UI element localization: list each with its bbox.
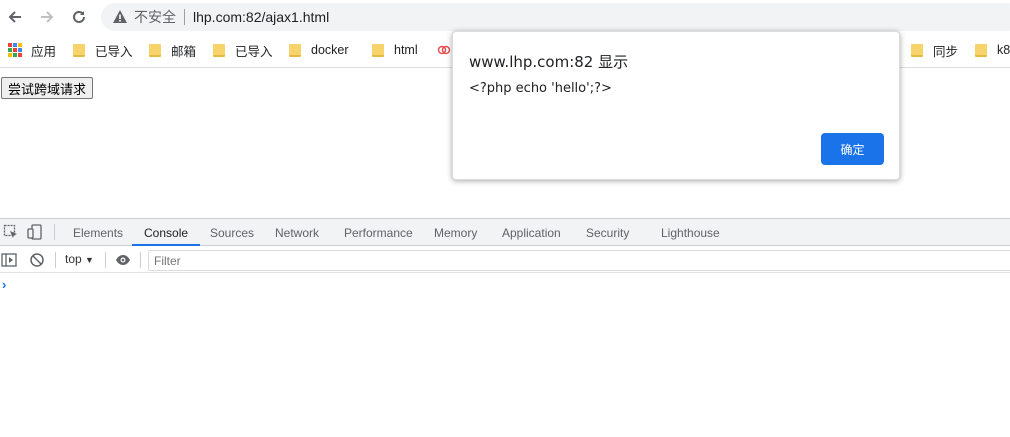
- reload-button[interactable]: [67, 5, 91, 29]
- tab-security[interactable]: Security: [586, 219, 629, 246]
- device-toolbar-icon[interactable]: [27, 224, 43, 240]
- console-toolbar: top ▼: [0, 247, 1010, 273]
- bookmark-sync[interactable]: 同步: [911, 40, 958, 60]
- devtools-panel: Elements Console Sources Network Perform…: [0, 218, 1010, 437]
- bookmark-link[interactable]: [437, 40, 451, 60]
- bookmark-label: 邮箱: [171, 44, 197, 59]
- bookmark-label: 应用: [31, 44, 57, 59]
- eye-icon[interactable]: [115, 252, 131, 268]
- folder-icon: [289, 43, 301, 57]
- bookmark-docker[interactable]: docker: [289, 40, 349, 60]
- back-arrow-icon: [8, 11, 21, 23]
- bookmark-label: 已导入: [95, 44, 133, 59]
- console-divider: [55, 252, 56, 268]
- tab-network[interactable]: Network: [275, 219, 319, 246]
- context-label: top: [65, 252, 82, 266]
- console-prompt-icon[interactable]: ›: [2, 277, 6, 292]
- bookmark-label: k8: [997, 43, 1010, 57]
- folder-icon: [73, 43, 85, 57]
- console-divider: [140, 252, 141, 268]
- warning-icon[interactable]: [111, 8, 129, 26]
- tab-console[interactable]: Console: [131, 219, 201, 246]
- bookmark-label: 已导入: [235, 44, 273, 59]
- folder-icon: [911, 43, 923, 57]
- link-icon: [437, 45, 451, 55]
- address-bar[interactable]: 不安全 lhp.com:82/ajax1.html: [101, 3, 1010, 31]
- apps-grid-icon: [8, 43, 22, 57]
- bookmark-imported-1[interactable]: 已导入: [73, 40, 133, 60]
- dialog-message: <?php echo 'hello';?>: [469, 81, 612, 96]
- devtools-divider: [54, 224, 55, 240]
- omnibox-divider: [184, 9, 185, 25]
- bookmark-mailbox[interactable]: 邮箱: [149, 40, 196, 60]
- folder-icon: [213, 43, 225, 57]
- cross-origin-request-button[interactable]: 尝试跨域请求: [1, 77, 94, 99]
- tab-performance[interactable]: Performance: [344, 219, 413, 246]
- dropdown-arrow-icon: ▼: [85, 255, 94, 265]
- folder-icon: [372, 43, 384, 57]
- insecure-label: 不安全: [134, 9, 176, 25]
- ok-button[interactable]: 确定: [821, 133, 884, 165]
- url-text[interactable]: lhp.com:82/ajax1.html: [193, 9, 329, 25]
- context-selector[interactable]: top ▼: [65, 252, 94, 266]
- folder-icon: [975, 43, 987, 57]
- bookmark-label: html: [394, 43, 418, 57]
- tab-memory[interactable]: Memory: [434, 219, 477, 246]
- browser-toolbar: 不安全 lhp.com:82/ajax1.html: [0, 0, 1010, 34]
- folder-icon: [149, 43, 161, 57]
- bookmark-label: 同步: [933, 44, 959, 59]
- devtools-tab-bar: Elements Console Sources Network Perform…: [0, 219, 1010, 246]
- forward-button[interactable]: [35, 5, 59, 29]
- alert-dialog: www.lhp.com:82 显示 <?php echo 'hello';?> …: [452, 31, 900, 180]
- forward-arrow-icon: [41, 11, 54, 23]
- dialog-title: www.lhp.com:82 显示: [469, 53, 629, 71]
- filter-input[interactable]: [148, 250, 1010, 271]
- show-sidebar-icon[interactable]: [1, 252, 17, 268]
- tab-elements[interactable]: Elements: [73, 219, 123, 246]
- bookmark-html[interactable]: html: [372, 40, 418, 60]
- bookmark-k8[interactable]: k8: [975, 40, 1010, 60]
- bookmark-apps[interactable]: 应用: [8, 40, 56, 60]
- bookmark-label: docker: [311, 43, 349, 57]
- tab-sources[interactable]: Sources: [210, 219, 254, 246]
- tab-application[interactable]: Application: [502, 219, 561, 246]
- inspect-element-icon[interactable]: [3, 224, 19, 240]
- console-divider: [105, 252, 106, 268]
- back-button[interactable]: [3, 5, 27, 29]
- tab-lighthouse[interactable]: Lighthouse: [661, 219, 720, 246]
- reload-icon: [73, 10, 85, 23]
- clear-console-icon[interactable]: [29, 252, 45, 268]
- bookmark-imported-2[interactable]: 已导入: [213, 40, 273, 60]
